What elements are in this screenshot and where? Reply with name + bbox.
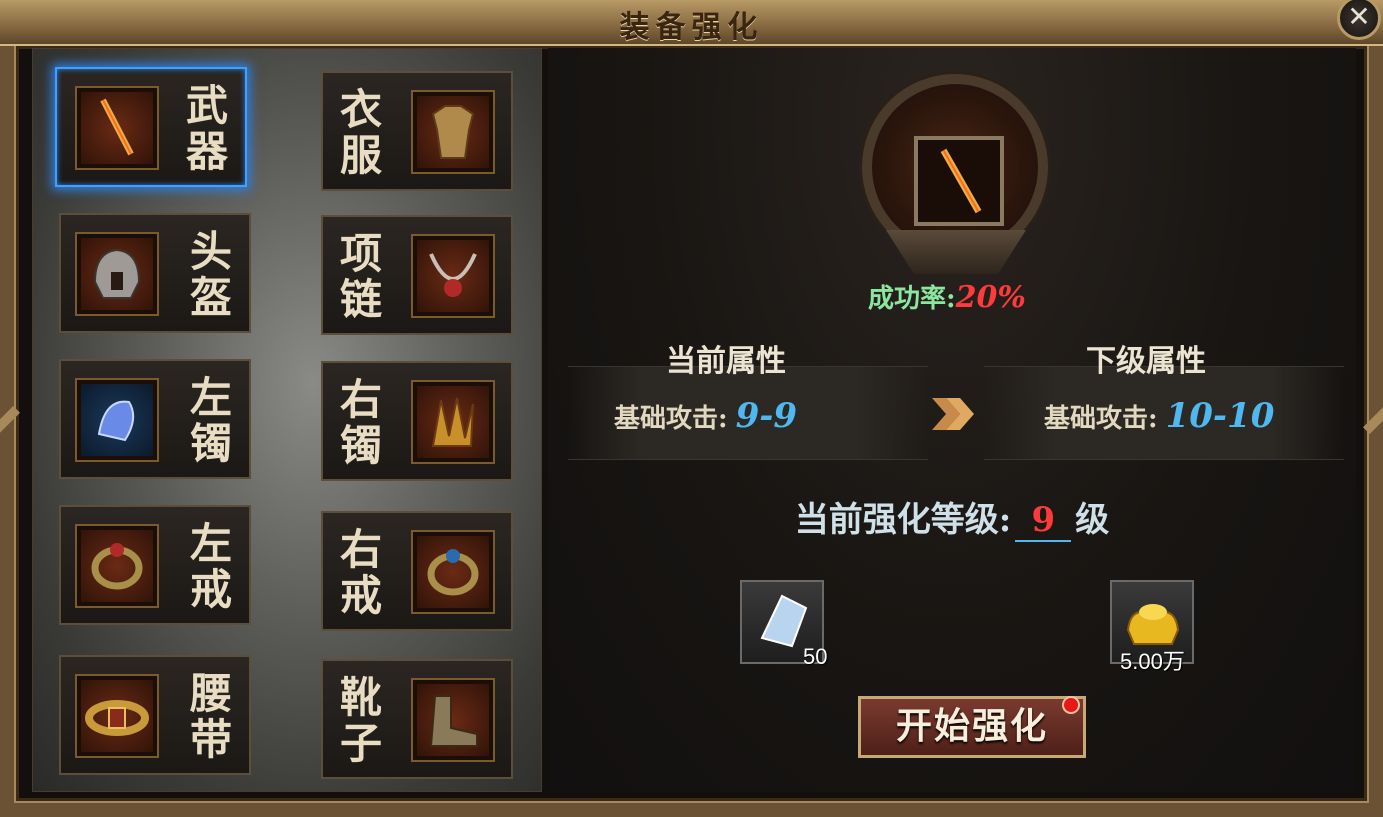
enhance-level-label: 当前强化等级: [794,500,1012,540]
enhance-level-value: 9 [1015,500,1072,542]
slot-label-2: 戒 [339,571,382,620]
slot-left-bracelet[interactable]: 左 镯 [59,359,251,479]
enhance-panel: 成功率:20% 当前属性 下级属性 基础攻击: 9-9 基础攻击: 10-10 当前… [548,48,1356,792]
current-stat-label: 基础攻击: [614,404,728,434]
enhance-level-line: 当前强化等级: 9 级 [548,492,1356,542]
notification-dot [1062,696,1080,714]
crystal-icon [760,594,808,648]
slot-label-1: 靴 [339,673,382,722]
slot-label-1: 左 [189,519,232,568]
selected-item-slot[interactable] [914,136,1004,226]
current-stats-title: 当前属性 [666,344,786,379]
next-stats-title: 下级属性 [1086,344,1206,379]
current-stat-line: 基础攻击: 9-9 [614,396,797,436]
slot-label-2: 服 [339,131,382,180]
title-bar: 装备强化 [0,0,1383,46]
slot-label-1: 衣 [339,85,382,134]
slot-label-2: 链 [339,275,382,324]
slot-label-1: 右 [339,525,382,574]
slot-label-2: 带 [189,715,232,764]
success-rate-label: 成功率: [868,284,956,314]
double-chevron-right-icon [932,398,974,430]
material-gold-count: 5.00万 [1120,649,1185,674]
next-stat-value: 10-10 [1165,396,1275,436]
enhance-level-unit: 级 [1075,500,1110,540]
necklace-icon [411,234,495,318]
ring-icon [411,530,495,614]
sword-icon [75,86,159,170]
material-crystal-count: 50 [803,644,828,669]
slot-label-1: 左 [189,373,232,422]
helmet-icon [75,232,159,316]
slot-label-2: 器 [185,127,228,176]
slot-label-2: 盔 [189,273,232,322]
slot-helmet[interactable]: 头 盔 [59,213,251,333]
bracelet-icon [75,378,159,462]
slot-label-1: 项 [339,229,382,278]
success-rate: 成功率:20% [868,278,1026,315]
start-enhance-button[interactable]: 开始强化 [858,696,1086,758]
slot-label-2: 镯 [339,421,382,470]
slot-necklace[interactable]: 项 链 [321,215,513,335]
slot-boots[interactable]: 靴 子 [321,659,513,779]
slot-armor[interactable]: 衣 服 [321,71,513,191]
equipment-slot-panel: 武 器 衣 服 头 盔 项 链 左 镯 右 镯 左 戒 右 戒 腰 带 靴 子 [32,48,542,792]
slot-label-1: 武 [185,81,228,130]
current-stat-value: 9-9 [735,396,798,436]
slot-label-1: 右 [339,375,382,424]
belt-icon [75,674,159,758]
next-stat-label: 基础攻击: [1044,404,1158,434]
sword-icon [940,148,982,214]
ring-icon [75,524,159,608]
boots-icon [411,678,495,762]
slot-label-1: 腰 [189,669,232,718]
window-title: 装备强化 [619,10,764,45]
slot-label-2: 子 [339,719,382,768]
slot-label-2: 戒 [189,565,232,614]
slot-label-2: 镯 [189,419,232,468]
armor-icon [411,90,495,174]
slot-right-bracelet[interactable]: 右 镯 [321,361,513,481]
success-rate-value: 20% [955,280,1026,315]
slot-weapon[interactable]: 武 器 [55,67,247,187]
item-pedestal [886,230,1026,274]
slot-belt[interactable]: 腰 带 [59,655,251,775]
bracelet-icon [411,380,495,464]
next-stat-line: 基础攻击: 10-10 [1044,396,1274,436]
slot-label-1: 头 [189,227,232,276]
gold-ingot-icon [1126,604,1180,645]
slot-left-ring[interactable]: 左 戒 [59,505,251,625]
slot-right-ring[interactable]: 右 戒 [321,511,513,631]
